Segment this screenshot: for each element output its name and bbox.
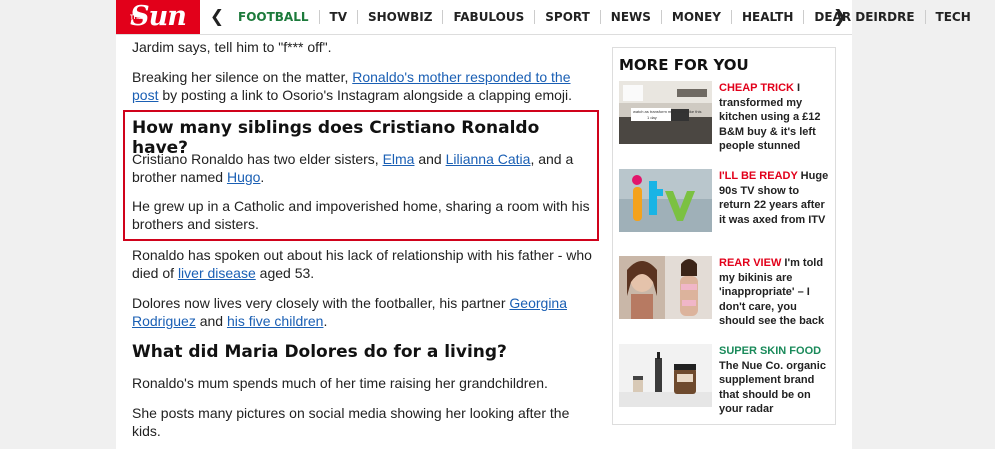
related-card[interactable]: I'LL BE READY Huge 90s TV show to return… <box>619 169 831 249</box>
related-card[interactable]: SUPER SKIN FOOD The Nue Co. organic supp… <box>619 344 831 424</box>
nav-item-fabulous[interactable]: FABULOUS <box>442 10 534 24</box>
kitchen-photo-icon[interactable]: watch as transform my kitchen like this … <box>619 81 712 144</box>
logo-small-text: THE <box>130 15 142 21</box>
related-card[interactable]: watch as transform my kitchen like this … <box>619 81 831 161</box>
paragraph-1: Jardim says, tell him to "f*** off". <box>132 38 594 56</box>
link-five-children[interactable]: his five children <box>227 313 324 329</box>
heading-living-wrap: What did Maria Dolores do for a living? <box>132 342 594 362</box>
the-sun-logo[interactable]: THE Sun <box>116 0 200 34</box>
paragraph-text: Jardim says, tell him to "f*** off". <box>132 39 332 55</box>
chevron-right-icon[interactable]: ❯ <box>829 0 851 34</box>
nav-item-news[interactable]: NEWS <box>599 10 661 24</box>
nav-item-football[interactable]: FOOTBALL <box>228 10 319 24</box>
page-margin-right <box>852 0 995 449</box>
heading-living: What did Maria Dolores do for a living? <box>132 342 507 362</box>
nav-item-showbiz[interactable]: SHOWBIZ <box>357 10 442 24</box>
card-kicker: REAR VIEW <box>719 257 782 269</box>
main-content: THE Sun ❮ FOOTBALL TV SHOWBIZ FABULOUS S… <box>116 0 970 449</box>
text: Breaking her silence on the matter, <box>132 69 353 85</box>
supplement-products-icon[interactable] <box>619 344 712 407</box>
card-headline[interactable]: SUPER SKIN FOOD The Nue Co. organic supp… <box>719 344 831 417</box>
related-card[interactable]: REAR VIEW I'm told my bikinis are 'inapp… <box>619 256 831 336</box>
paragraph-7: Ronaldo's mum spends much of her time ra… <box>132 374 594 392</box>
itv-logo-icon[interactable] <box>619 169 712 232</box>
card-kicker: I'LL BE READY <box>719 170 798 182</box>
link-liver-disease[interactable]: liver disease <box>178 265 256 281</box>
card-kicker: SUPER SKIN FOOD <box>719 345 822 357</box>
paragraph-5: Ronaldo has spoken out about his lack of… <box>132 246 594 282</box>
nav-item-tech[interactable]: TECH <box>924 10 970 24</box>
chevron-left-icon[interactable]: ❮ <box>206 0 228 34</box>
card-headline[interactable]: REAR VIEW I'm told my bikinis are 'inapp… <box>719 256 831 329</box>
text: and <box>195 313 227 329</box>
paragraph-6: Dolores now lives very closely with the … <box>132 294 594 330</box>
paragraph-2: Breaking her silence on the matter, Rona… <box>132 68 594 104</box>
nav-item-health[interactable]: HEALTH <box>730 10 803 24</box>
card-headline[interactable]: I'LL BE READY Huge 90s TV show to return… <box>719 169 831 227</box>
nav-item-tv[interactable]: TV <box>318 10 357 24</box>
more-for-you-title: MORE FOR YOU <box>619 56 749 74</box>
card-headline[interactable]: CHEAP TRICK I transformed my kitchen usi… <box>719 81 831 154</box>
card-kicker: CHEAP TRICK <box>719 82 794 94</box>
nav-item-money[interactable]: MONEY <box>660 10 731 24</box>
nav-item-sport[interactable]: SPORT <box>534 10 600 24</box>
paragraph-text: Ronaldo's mum spends much of her time ra… <box>132 375 548 391</box>
text: by posting a link to Osorio's Instagram … <box>158 87 573 103</box>
svg-text:watch as transform my kitchen: watch as transform my kitchen like this <box>633 109 701 114</box>
nav-item-dear-deirdre[interactable]: DEAR DEIRDRE <box>803 10 924 24</box>
text: Dolores now lives very closely with the … <box>132 295 510 311</box>
card-text: The Nue Co. organic supplement brand tha… <box>719 359 826 416</box>
svg-text:1 day: 1 day <box>647 115 657 120</box>
top-nav: THE Sun ❮ FOOTBALL TV SHOWBIZ FABULOUS S… <box>116 0 970 35</box>
nav-items: FOOTBALL TV SHOWBIZ FABULOUS SPORT NEWS … <box>228 0 970 34</box>
bikini-photo-icon[interactable] <box>619 256 712 319</box>
more-for-you-panel: MORE FOR YOU watch as transform my kitch… <box>612 47 836 425</box>
highlight-box <box>123 110 599 241</box>
text: . <box>323 313 328 329</box>
page-margin-left <box>0 0 116 449</box>
paragraph-text: She posts many pictures on social media … <box>132 405 570 439</box>
paragraph-8: She posts many pictures on social media … <box>132 404 594 440</box>
text: aged 53. <box>255 265 315 281</box>
